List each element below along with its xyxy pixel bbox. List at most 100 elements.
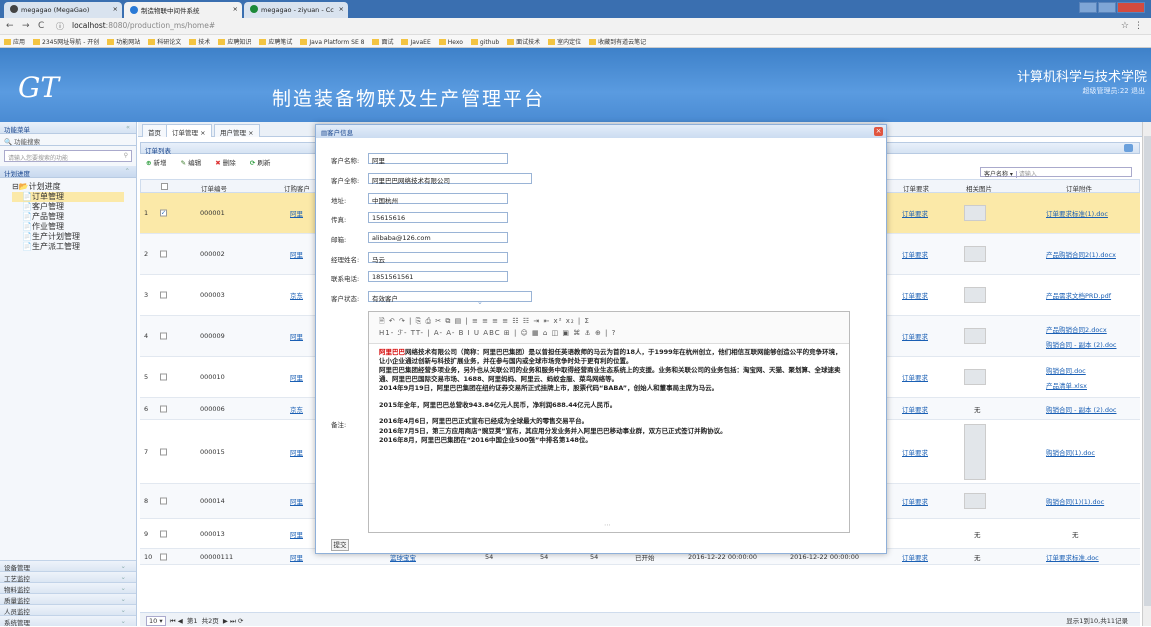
attachment-link[interactable]: 购销合同(1)(1).doc: [1046, 496, 1104, 506]
customer-link[interactable]: 阿里: [290, 447, 303, 457]
order-picture[interactable]: [964, 369, 986, 385]
accordion-system[interactable]: 系统管理 ⌄: [0, 615, 136, 627]
tree-item-jobs[interactable]: 📄作业管理: [12, 222, 124, 232]
attachment-link[interactable]: 订单要求标准.doc: [1046, 552, 1099, 562]
attachment-link[interactable]: 购销合同(1).doc: [1046, 447, 1095, 457]
row-checkbox[interactable]: [160, 250, 167, 258]
order-picture[interactable]: [964, 328, 986, 344]
tree-item-plans[interactable]: 📄生产计划管理: [12, 232, 124, 242]
attachment-link[interactable]: 购销合同 - 副本 (2).doc: [1046, 404, 1117, 414]
attachment-link[interactable]: 产品清单.xlsx: [1046, 380, 1087, 390]
field-input[interactable]: alibaba@126.com: [368, 232, 508, 243]
requirements-link[interactable]: 订单要求: [902, 249, 928, 259]
grid-search-input[interactable]: 请输入: [1019, 171, 1037, 178]
attachment-link[interactable]: 订单要求标准(1).doc: [1046, 208, 1108, 218]
next-page-icon[interactable]: ▶: [223, 617, 228, 625]
editor-toolbar-row[interactable]: 🗎 ↶ ↷ | ⎘ ⎙ ✂ ⧉ ▤ | ≡ ≡ ≡ ≡ ☷ ☷ ⇥ ⇤ x² x…: [379, 315, 839, 327]
close-icon[interactable]: ×: [233, 5, 238, 13]
accordion-process[interactable]: 工艺监控 ⌄: [0, 571, 136, 583]
bookmark-item[interactable]: 功能网站: [107, 37, 140, 46]
search-icon[interactable]: ⚲: [124, 152, 128, 159]
minimize-button[interactable]: [1079, 2, 1097, 13]
col-attachments[interactable]: 订单附件: [1066, 183, 1092, 193]
add-button[interactable]: ⊕ 新增: [146, 159, 173, 167]
row-checkbox[interactable]: [160, 530, 167, 537]
refresh-button[interactable]: ⟳ 刷新: [250, 159, 277, 167]
reload-icon[interactable]: C: [38, 21, 44, 31]
requirements-link[interactable]: 订单要求: [902, 290, 928, 300]
select-all-checkbox[interactable]: [161, 183, 168, 190]
tree-item-dispatch[interactable]: 📄生产派工管理: [12, 242, 124, 252]
edit-button[interactable]: ✎ 编辑: [181, 159, 208, 167]
accordion-material[interactable]: 物料监控 ⌄: [0, 582, 136, 594]
row-checkbox[interactable]: [160, 497, 167, 505]
customer-link[interactable]: 阿里: [290, 331, 303, 341]
bookmark-item[interactable]: 面试: [372, 37, 393, 46]
grid-collapse-icon[interactable]: [1124, 144, 1133, 152]
customer-link[interactable]: 京东: [290, 290, 303, 300]
resize-grip-icon[interactable]: ⋯: [604, 521, 611, 529]
accordion-device[interactable]: 设备管理 ⌄: [0, 560, 136, 572]
bookmark-item[interactable]: Java Platform SE 8: [300, 39, 364, 46]
bookmark-item[interactable]: 科研论文: [148, 37, 181, 46]
bookmark-item[interactable]: 应聘知识: [218, 37, 251, 46]
customer-link[interactable]: 阿里: [290, 529, 303, 539]
tree-item-orders[interactable]: 📄订单管理: [12, 192, 124, 202]
user-info[interactable]: 超级管理员:22 退出: [1083, 86, 1146, 96]
order-picture[interactable]: [964, 205, 986, 221]
col-pictures[interactable]: 相关图片: [966, 183, 992, 193]
back-icon[interactable]: ←: [6, 21, 14, 31]
search-field-select[interactable]: 客户名称 ▾: [984, 171, 1017, 178]
bookmark-item[interactable]: 应聘笔试: [259, 37, 292, 46]
row-checkbox[interactable]: [160, 332, 167, 340]
tab-home[interactable]: 首页: [142, 124, 167, 137]
bookmark-item[interactable]: 应用: [4, 37, 25, 46]
field-input[interactable]: 马云: [368, 252, 508, 264]
window-close-button[interactable]: [1117, 2, 1145, 13]
customer-link[interactable]: 阿里: [290, 249, 303, 259]
requirements-link[interactable]: 订单要求: [902, 331, 928, 341]
close-icon[interactable]: ×: [113, 5, 118, 13]
browser-tab[interactable]: megagao (MegaGao) ×: [4, 2, 122, 18]
order-picture[interactable]: [964, 423, 986, 480]
field-input[interactable]: 阿里巴巴网络技术有限公司: [368, 173, 532, 185]
col-customer[interactable]: 订购客户: [284, 183, 310, 193]
first-page-icon[interactable]: ⏮: [170, 617, 176, 625]
customer-link[interactable]: 阿里: [290, 552, 303, 562]
accordion-quality[interactable]: 质量监控 ⌄: [0, 593, 136, 605]
row-checkbox[interactable]: ✓: [160, 209, 167, 217]
bookmark-item[interactable]: Hexo: [438, 39, 463, 46]
star-icon[interactable]: ☆: [1121, 21, 1129, 31]
tree-root[interactable]: ⊟📂计划进度: [12, 182, 124, 192]
order-picture[interactable]: [964, 287, 986, 303]
editor-toolbar-row[interactable]: H1- ℱ- TT- | A- A- B I U ABC ⊞ | ☺ ▦ ⌂ ◫…: [379, 327, 839, 339]
rich-text-editor[interactable]: 🗎 ↶ ↷ | ⎘ ⎙ ✂ ⧉ ▤ | ≡ ≡ ≡ ≡ ☷ ☷ ⇥ ⇤ x² x…: [368, 311, 850, 533]
maximize-button[interactable]: [1098, 2, 1116, 13]
page-size-select[interactable]: 10 ▾: [146, 616, 166, 626]
requirements-link[interactable]: 订单要求: [902, 404, 928, 414]
editor-toolbar[interactable]: 🗎 ↶ ↷ | ⎘ ⎙ ✂ ⧉ ▤ | ≡ ≡ ≡ ≡ ☷ ☷ ⇥ ⇤ x² x…: [369, 312, 849, 344]
refresh-icon[interactable]: ⟳: [238, 617, 243, 625]
customer-link[interactable]: 京东: [290, 404, 303, 414]
field-input[interactable]: 中国杭州: [368, 193, 508, 205]
customer-link[interactable]: 阿里: [290, 372, 303, 382]
requirements-link[interactable]: 订单要求: [902, 372, 928, 382]
bookmark-item[interactable]: 技术: [189, 37, 210, 46]
requirements-link[interactable]: 订单要求: [902, 447, 928, 457]
requirements-link[interactable]: 订单要求: [902, 496, 928, 506]
page-number[interactable]: 第1: [187, 617, 198, 625]
tree-item-customers[interactable]: 📄客户管理: [12, 202, 124, 212]
editor-content[interactable]: 阿里巴巴网络技术有限公司（简称：阿里巴巴集团）是以曾担任英语教师的马云为首的18…: [379, 348, 844, 446]
collapse-icon[interactable]: ⌃: [125, 167, 130, 175]
tab-users[interactable]: 用户管理 ×: [214, 124, 260, 137]
field-input[interactable]: 阿里: [368, 153, 508, 165]
attachment-link[interactable]: 产品购销合同2.docx: [1046, 324, 1107, 334]
bookmark-item[interactable]: 室内定位: [548, 37, 581, 46]
row-checkbox[interactable]: [160, 553, 167, 560]
customer-link[interactable]: 阿里: [290, 208, 303, 218]
col-order-id[interactable]: 订单编号: [201, 183, 227, 193]
bookmark-item[interactable]: JavaEE: [401, 39, 431, 46]
chevron-down-icon[interactable]: ⌄: [477, 298, 483, 306]
col-requirements[interactable]: 订单要求: [903, 183, 929, 193]
submit-button[interactable]: 提交: [331, 539, 349, 551]
